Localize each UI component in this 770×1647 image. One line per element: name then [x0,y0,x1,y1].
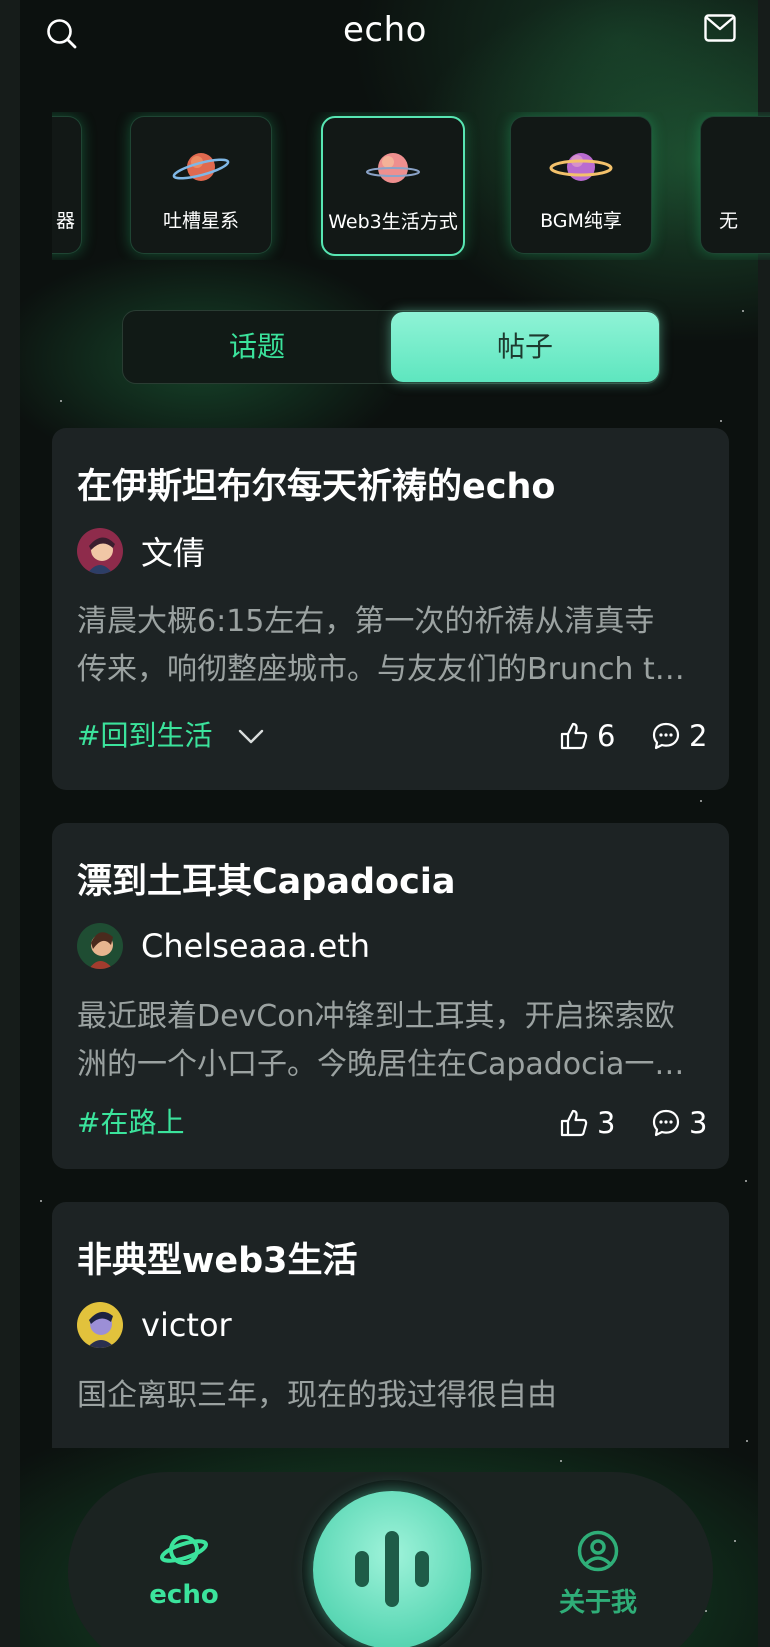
category-card[interactable]: BGM纯享 [510,116,652,254]
thumbs-up-icon [560,722,588,750]
category-card[interactable]: 无 [700,116,770,254]
category-label: 器 [55,210,75,232]
post-tag[interactable]: #回到生活 [77,716,212,756]
author-name: victor [141,1306,232,1344]
thumbs-up-icon [560,1109,588,1137]
nav-home[interactable]: echo [114,1530,254,1610]
nav-about-me-label: 关于我 [558,1588,637,1618]
left-edge [0,0,20,1647]
author-name: 文倩 [141,534,206,572]
like-count: 6 [597,719,616,753]
post-title: 在伊斯坦布尔每天祈祷的echo [77,467,556,507]
post-card[interactable]: 在伊斯坦布尔每天祈祷的echo 文倩 清晨大概6:15左右，第一次的祈祷从清真寺… [52,428,729,790]
excerpt-line: 洲的一个小口子。今晚居住在Capadocia一… [77,1047,685,1082]
tab-switcher: 话题 帖子 [122,310,660,384]
comment-button[interactable]: 2 [651,716,707,756]
category-label: 无 [719,210,739,232]
post-author[interactable]: Chelseaaa.eth [77,923,370,969]
category-label: BGM纯享 [540,210,622,232]
like-count: 3 [597,1106,616,1140]
nav-home-label: echo [149,1580,219,1610]
post-tag[interactable]: #在路上 [77,1103,184,1143]
comment-icon [652,722,680,750]
category-card[interactable]: 器 [52,116,82,254]
comment-count: 3 [689,1106,708,1140]
post-excerpt: 最近跟着DevCon冲锋到土耳其，开启探索欧 洲的一个小口子。今晚居住在Capa… [77,993,704,1089]
like-button[interactable]: 6 [559,716,615,756]
post-title: 非典型web3生活 [77,1241,358,1281]
record-button[interactable] [313,1491,471,1647]
excerpt-line: 最近跟着DevCon冲锋到土耳其，开启探索欧 [77,999,675,1034]
nav-about-me[interactable]: 关于我 [528,1530,668,1619]
planet-icon [172,153,230,181]
avatar [77,528,123,574]
user-icon [577,1530,619,1572]
post-footer: #在路上 3 3 [77,1103,707,1143]
chevron-down-icon[interactable] [237,722,265,750]
post-excerpt: 清晨大概6:15左右，第一次的祈祷从清真寺 传来，响彻整座城市。与友友们的Bru… [77,598,704,694]
post-excerpt: 国企离职三年，现在的我过得很自由 [77,1372,704,1420]
tab-topic[interactable]: 话题 [123,311,391,383]
comment-icon [652,1109,680,1137]
post-title: 漂到土耳其Capadocia [77,862,456,902]
app-screen: echo 器 吐槽星系 Web3生活方式 BGM纯享 无 话题 帖子 在伊斯坦布… [0,0,770,1647]
category-card[interactable]: 吐槽星系 [130,116,272,254]
comment-count: 2 [689,719,708,753]
avatar [77,923,123,969]
mail-icon[interactable] [704,14,736,42]
planet-icon [160,1535,208,1565]
app-title: echo [343,10,427,50]
category-label: 吐槽星系 [162,210,239,232]
category-label: Web3生活方式 [328,211,458,233]
post-author[interactable]: victor [77,1302,232,1348]
category-carousel[interactable]: 器 吐槽星系 Web3生活方式 BGM纯享 无 [52,112,770,260]
excerpt-line: 传来，响彻整座城市。与友友们的Brunch t… [77,652,685,687]
tab-post[interactable]: 帖子 [391,312,659,382]
author-name: Chelseaaa.eth [141,927,371,965]
comment-button[interactable]: 3 [651,1103,707,1143]
post-card[interactable]: 非典型web3生活 victor 国企离职三年，现在的我过得很自由 [52,1202,729,1448]
like-button[interactable]: 3 [559,1103,615,1143]
planet-icon [366,153,420,183]
excerpt-line: 清晨大概6:15左右，第一次的祈祷从清真寺 [77,604,655,639]
excerpt-line: 国企离职三年，现在的我过得很自由 [77,1378,557,1413]
planet-icon [549,153,613,181]
post-author[interactable]: 文倩 [77,528,205,574]
avatar [77,1302,123,1348]
category-card-active[interactable]: Web3生活方式 [321,116,465,256]
post-footer: #回到生活 6 2 [77,716,707,756]
sound-wave-icon [355,1531,429,1607]
post-card[interactable]: 漂到土耳其Capadocia Chelseaaa.eth 最近跟着DevCon冲… [52,823,729,1169]
